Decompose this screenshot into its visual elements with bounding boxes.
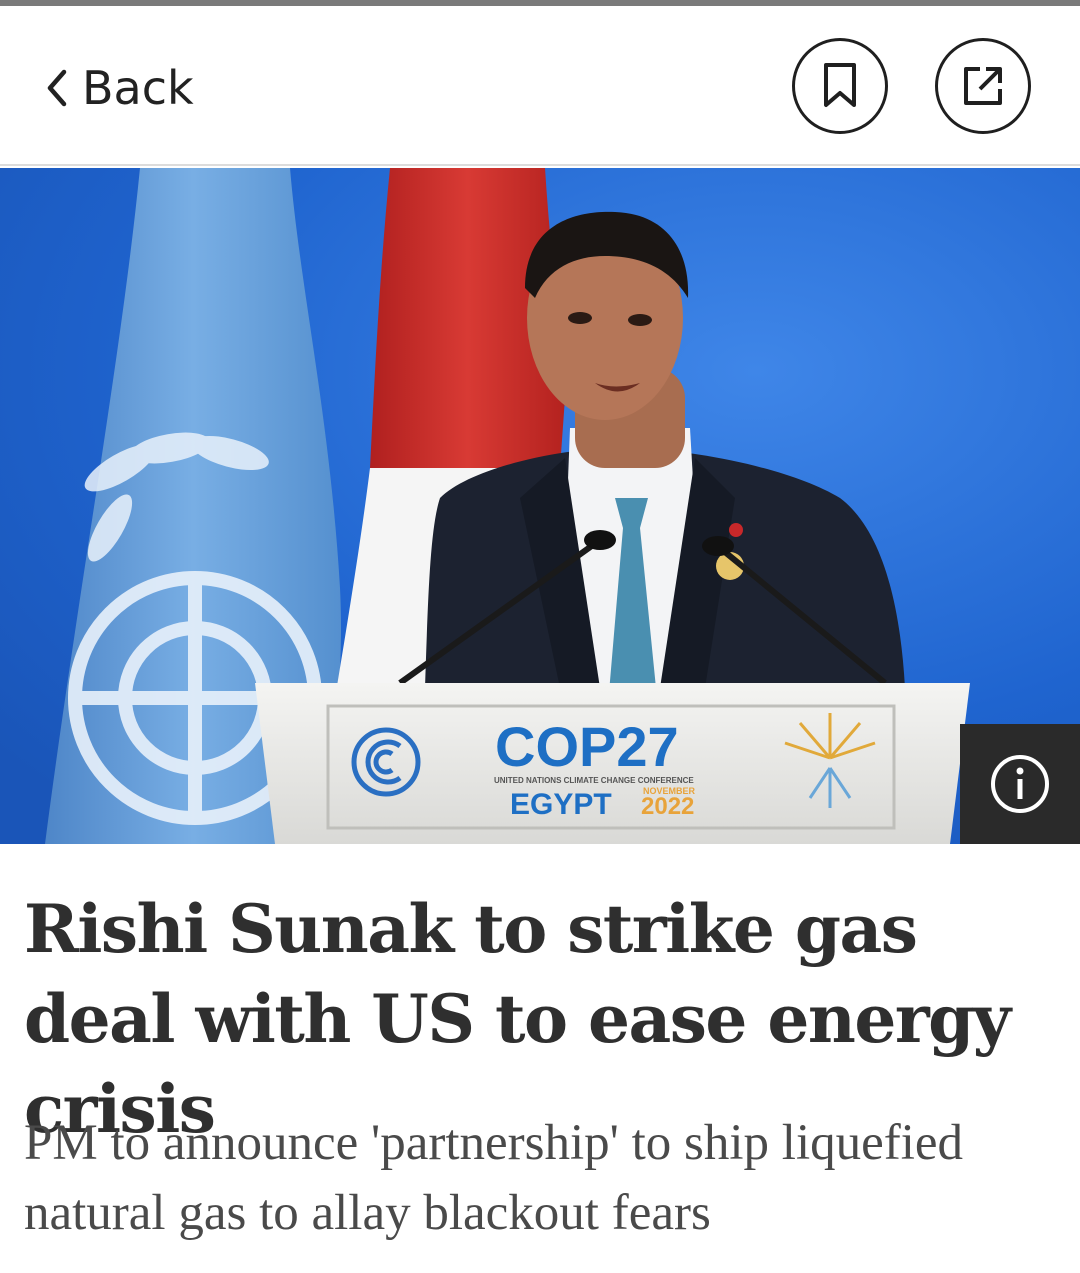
podium-country: EGYPT: [510, 788, 612, 821]
bookmark-button[interactable]: [792, 38, 888, 134]
bookmark-icon: [824, 63, 856, 107]
podium-year: 2022: [641, 793, 694, 820]
podium-subtitle: UNITED NATIONS CLIMATE CHANGE CONFERENCE: [494, 776, 694, 785]
article-photo: COP27 UNITED NATIONS CLIMATE CHANGE CONF…: [0, 168, 1080, 844]
top-navigation-bar: Back: [0, 6, 1080, 166]
share-button[interactable]: [935, 38, 1031, 134]
podium-brand: COP27: [495, 715, 679, 778]
chevron-left-icon: [47, 69, 67, 107]
back-label: Back: [82, 61, 194, 115]
article-standfirst: PM to announce 'partnership' to ship liq…: [24, 1115, 964, 1241]
info-icon: [991, 755, 1049, 813]
hero-image[interactable]: COP27 UNITED NATIONS CLIMATE CHANGE CONF…: [0, 168, 1080, 844]
image-info-button[interactable]: [960, 724, 1080, 844]
back-button[interactable]: Back: [44, 58, 194, 118]
share-icon: [964, 67, 1002, 105]
